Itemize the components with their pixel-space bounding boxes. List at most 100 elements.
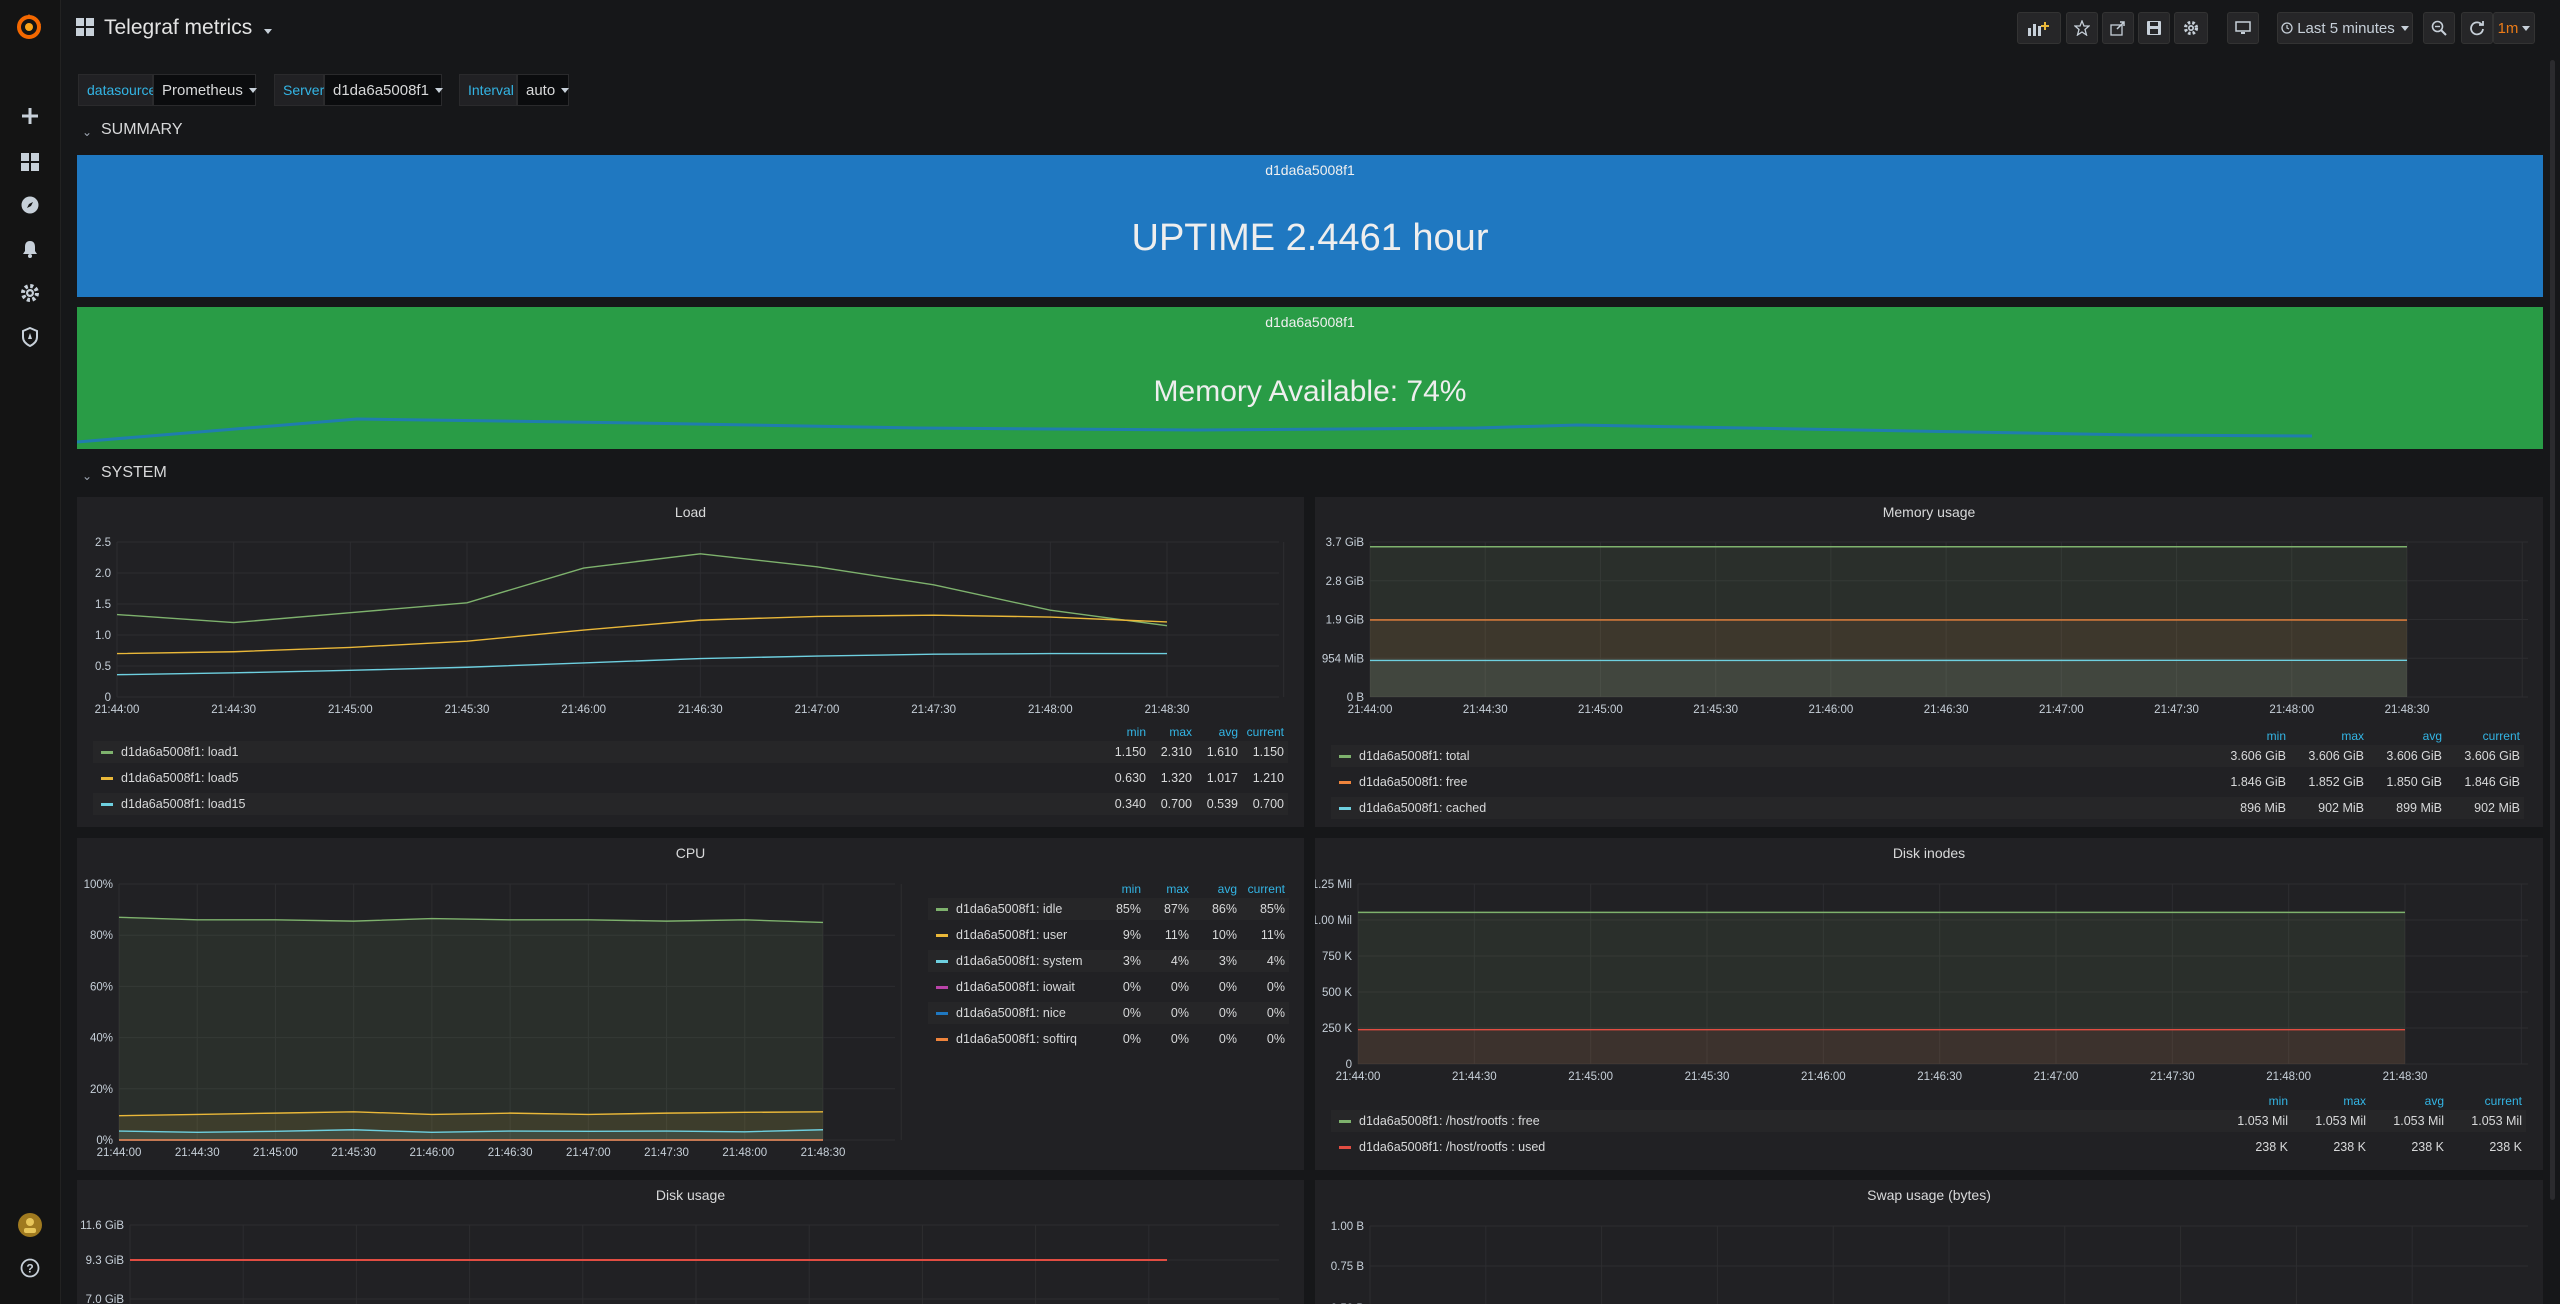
legend-color-swatch[interactable] <box>1339 806 1351 810</box>
legend-color-swatch[interactable] <box>936 959 948 963</box>
disk-usage-panel[interactable]: Disk usage 7.0 GiB 9.3 GiB 11.6 GiB <box>77 1180 1304 1304</box>
legend-header-avg[interactable]: avg <box>1192 725 1238 739</box>
row-collapse-chevron-icon[interactable]: ⌄ <box>82 125 92 139</box>
user-avatar[interactable] <box>17 1212 43 1238</box>
legend-series-name[interactable]: d1da6a5008f1: load1 <box>121 745 238 759</box>
save-dashboard-button[interactable] <box>2138 12 2170 44</box>
row-collapse-chevron-icon[interactable]: ⌄ <box>82 469 92 483</box>
legend-series-name[interactable]: d1da6a5008f1: /host/rootfs : used <box>1359 1140 1545 1154</box>
star-dashboard-button[interactable] <box>2066 12 2098 44</box>
add-panel-button[interactable] <box>2017 12 2061 44</box>
legend-color-swatch[interactable] <box>101 750 113 754</box>
create-plus-icon[interactable] <box>18 104 42 128</box>
legend-color-swatch[interactable] <box>101 802 113 806</box>
variable-select-interval[interactable]: auto <box>517 74 570 106</box>
legend-header-avg[interactable]: avg <box>2366 1094 2444 1108</box>
legend-color-swatch[interactable] <box>1339 1145 1351 1149</box>
legend-color-swatch[interactable] <box>1339 780 1351 784</box>
legend-color-swatch[interactable] <box>936 933 948 937</box>
legend-series-name[interactable]: d1da6a5008f1: load5 <box>121 771 238 785</box>
time-picker-button[interactable]: Last 5 minutes <box>2277 12 2413 44</box>
legend-color-swatch[interactable] <box>1339 1119 1351 1123</box>
uptime-stat-panel[interactable]: d1da6a5008f1 UPTIME 2.4461 hour <box>77 155 2543 297</box>
legend-color-swatch[interactable] <box>936 1037 948 1041</box>
legend-series-name[interactable]: d1da6a5008f1: nice <box>956 1006 1066 1020</box>
legend-header-current[interactable]: current <box>2442 729 2520 743</box>
x-tick-label: 21:45:30 <box>331 1147 376 1159</box>
legend-header-min[interactable]: min <box>2208 729 2286 743</box>
x-tick-label: 21:44:00 <box>1348 704 1393 716</box>
variable-select-datasource[interactable]: Prometheus <box>153 74 257 106</box>
disk-inodes-panel[interactable]: Disk inodes 21:44:00 21:44:30 21:45:00 21:4… <box>1315 838 2543 1170</box>
legend-series-name[interactable]: d1da6a5008f1: /host/rootfs : free <box>1359 1114 1540 1128</box>
legend-series-name[interactable]: d1da6a5008f1: user <box>956 928 1067 942</box>
explore-compass-icon[interactable] <box>18 193 42 217</box>
variable-select-server[interactable]: d1da6a5008f1 <box>324 74 443 106</box>
legend-series-name[interactable]: d1da6a5008f1: load15 <box>121 797 245 811</box>
configuration-gear-icon[interactable] <box>18 281 42 305</box>
variable-label-server: Server <box>274 74 324 106</box>
legend-color-swatch[interactable] <box>101 776 113 780</box>
legend-header-max[interactable]: max <box>1141 882 1189 896</box>
legend-header-max[interactable]: max <box>1146 725 1192 739</box>
row-title-summary[interactable]: SUMMARY <box>101 121 183 139</box>
legend-header-min[interactable]: min <box>1093 882 1141 896</box>
dashboard-settings-button[interactable] <box>2174 12 2208 44</box>
disk-usage-chart[interactable]: 7.0 GiB 9.3 GiB 11.6 GiB <box>77 1180 1304 1304</box>
grafana-logo-icon[interactable] <box>14 12 44 42</box>
legend-series-name[interactable]: d1da6a5008f1: free <box>1359 775 1467 789</box>
legend-series-name[interactable]: d1da6a5008f1: total <box>1359 749 1470 763</box>
legend-header-max[interactable]: max <box>2286 729 2364 743</box>
server-admin-shield-icon[interactable] <box>18 325 42 349</box>
legend-color-swatch[interactable] <box>936 985 948 989</box>
load-panel[interactable]: Load 21:44:00 21:44:30 21:45:00 21:45:30 21:… <box>77 497 1304 827</box>
alerting-bell-icon[interactable] <box>18 237 42 261</box>
legend-header-current[interactable]: current <box>1238 725 1284 739</box>
refresh-button[interactable] <box>2461 12 2493 44</box>
chevron-down-icon <box>248 87 257 93</box>
legend-header-max[interactable]: max <box>2288 1094 2366 1108</box>
share-dashboard-button[interactable] <box>2102 12 2134 44</box>
dashboards-icon[interactable] <box>18 150 42 174</box>
panel-title[interactable]: d1da6a5008f1 <box>77 162 2543 178</box>
series-line <box>116 553 1168 627</box>
page-scrollbar[interactable] <box>2550 60 2555 1200</box>
memory-available-stat-panel[interactable]: d1da6a5008f1 Memory Available: 74% <box>77 307 2543 449</box>
legend-header-current[interactable]: current <box>1237 882 1285 896</box>
swap-usage-chart[interactable]: 0.50 B0.75 B1.00 B <box>1315 1180 2543 1304</box>
legend-header-avg[interactable]: avg <box>2364 729 2442 743</box>
legend-value-min: 3.606 GiB <box>2230 749 2286 763</box>
legend-value-avg: 86% <box>1211 902 1237 916</box>
y-tick-label: 2.0 <box>95 568 111 580</box>
legend-color-swatch[interactable] <box>936 1011 948 1015</box>
legend-series-name[interactable]: d1da6a5008f1: iowait <box>956 980 1075 994</box>
x-tick-label: 21:44:30 <box>1452 1071 1497 1083</box>
legend-header-min[interactable]: min <box>1100 725 1146 739</box>
legend-series-name[interactable]: d1da6a5008f1: idle <box>956 902 1062 916</box>
x-tick-label: 21:47:00 <box>795 704 840 716</box>
legend-value-avg: 3.606 GiB <box>2386 749 2442 763</box>
legend-color-swatch[interactable] <box>936 907 948 911</box>
legend-series-name[interactable]: d1da6a5008f1: system <box>956 954 1082 968</box>
legend-header-avg[interactable]: avg <box>1189 882 1237 896</box>
cpu-panel[interactable]: CPU 21:44:00 21:44:30 21:45:00 21:45:30 21:4… <box>77 838 1304 1170</box>
swap-usage-panel[interactable]: Swap usage (bytes) 0.50 B0.75 B1.00 B <box>1315 1180 2543 1304</box>
zoom-out-button[interactable] <box>2423 12 2455 44</box>
legend-header-min[interactable]: min <box>2210 1094 2288 1108</box>
y-tick-label: 80% <box>90 930 113 942</box>
memory-usage-panel[interactable]: Memory usage 21:44:00 21:44:30 21:45:00 21:… <box>1315 497 2543 827</box>
legend-series-name[interactable]: d1da6a5008f1: softirq <box>956 1032 1077 1046</box>
legend-color-swatch[interactable] <box>1339 754 1351 758</box>
refresh-icon <box>2470 21 2484 36</box>
memory-sparkline <box>77 417 2313 444</box>
variable-label-text: Server <box>283 82 325 98</box>
legend-series-name[interactable]: d1da6a5008f1: cached <box>1359 801 1486 815</box>
clock-icon <box>2281 22 2293 34</box>
help-question-icon[interactable]: ? <box>18 1256 42 1280</box>
row-title-system[interactable]: SYSTEM <box>101 464 167 482</box>
dashboard-title[interactable]: Telegraf metrics <box>104 16 273 40</box>
refresh-interval-picker[interactable]: 1m <box>2493 12 2535 44</box>
cycle-view-mode-button[interactable] <box>2227 12 2259 44</box>
legend-header-current[interactable]: current <box>2444 1094 2522 1108</box>
legend-value-avg: 0% <box>1218 980 1237 994</box>
